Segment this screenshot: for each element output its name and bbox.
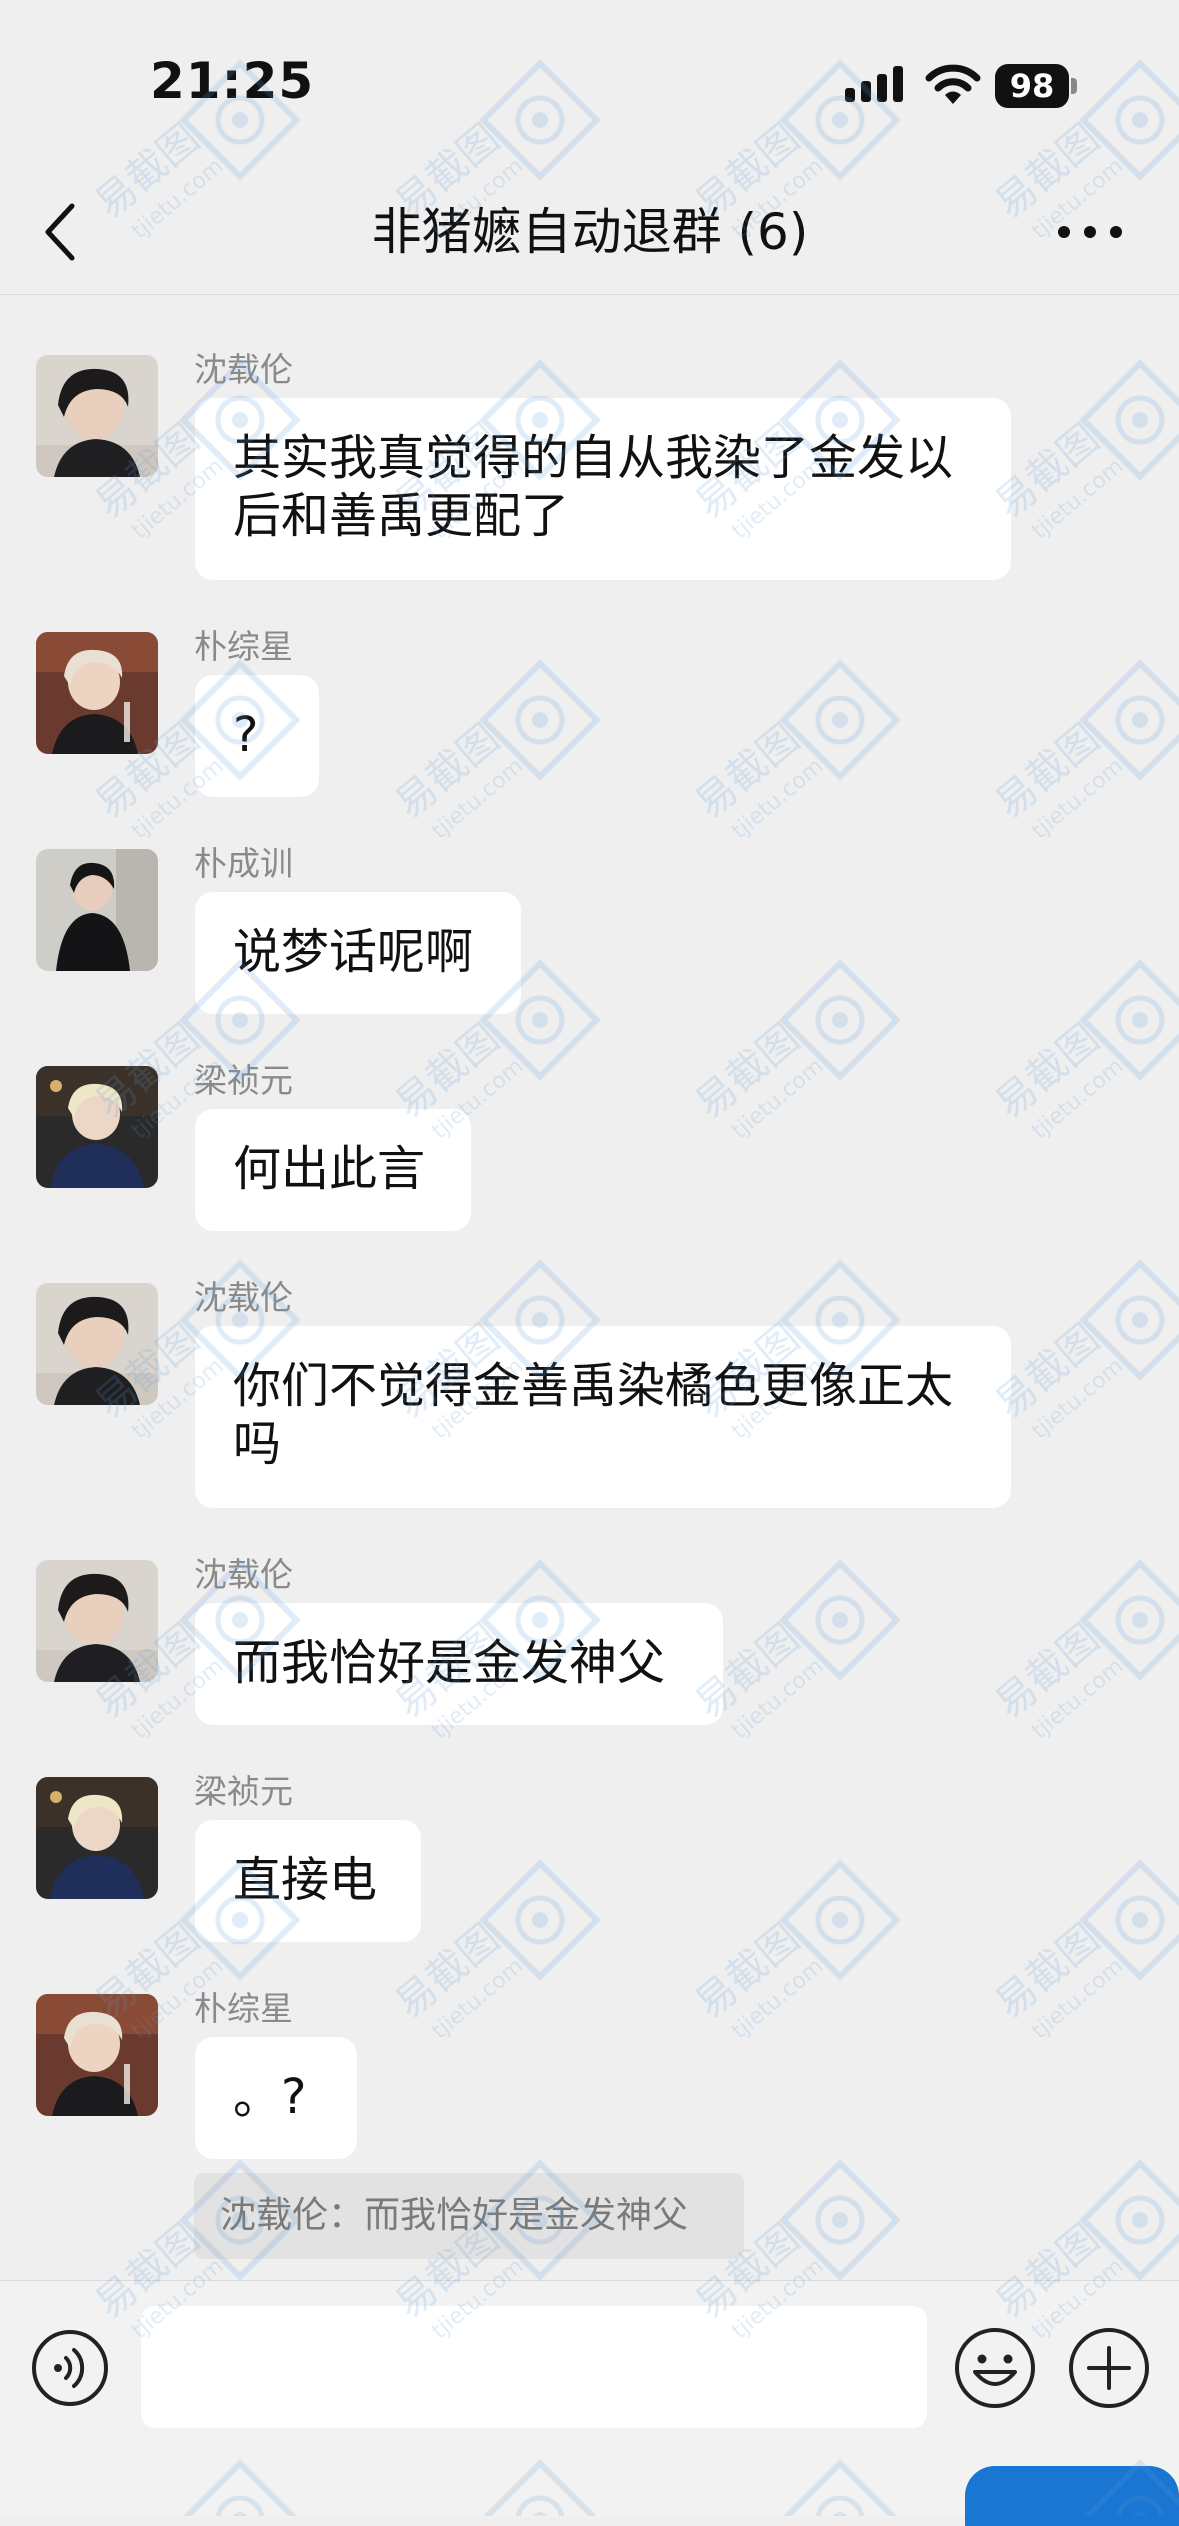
- message-bubble[interactable]: 何出此言: [195, 1109, 471, 1231]
- avatar-photo: [36, 1283, 158, 1405]
- message-bubble[interactable]: 说梦话呢啊: [195, 892, 521, 1014]
- avatar-photo: [36, 1066, 158, 1188]
- avatar-photo: [36, 1777, 158, 1899]
- avatar-photo: [36, 632, 158, 754]
- avatar-photo: [36, 355, 158, 477]
- battery-level: 98: [995, 64, 1069, 108]
- avatar-photo: [36, 1994, 158, 2116]
- plus-icon[interactable]: [1067, 2326, 1151, 2410]
- quote-text: 而我恰好是金发神父: [364, 2195, 689, 2236]
- message-input[interactable]: [141, 2306, 927, 2428]
- quote-sender: 沈载伦: [220, 2195, 329, 2236]
- message-bubble[interactable]: 直接电: [195, 1820, 421, 1942]
- avatar-shen[interactable]: [36, 355, 158, 477]
- sender-name: 梁祯元: [194, 1772, 293, 1811]
- quoted-message[interactable]: 沈载伦：而我恰好是金发神父: [194, 2173, 744, 2259]
- message-bubble[interactable]: ?: [195, 675, 319, 797]
- voice-icon[interactable]: [30, 2328, 110, 2408]
- message-bubble[interactable]: 而我恰好是金发神父: [195, 1603, 723, 1725]
- avatar-shen[interactable]: [36, 1560, 158, 1682]
- sender-name: 梁祯元: [194, 1061, 293, 1100]
- avatar-photo: [36, 1560, 158, 1682]
- message-bubble[interactable]: 。?: [195, 2037, 357, 2159]
- wifi-icon: [925, 64, 981, 104]
- sender-name: 朴综星: [194, 1989, 293, 2028]
- chevron-left-icon[interactable]: [38, 196, 98, 268]
- avatar-yang-jungwon[interactable]: [36, 1066, 158, 1188]
- avatar-park-sunghoon[interactable]: [36, 849, 158, 971]
- message-bubble[interactable]: 你们不觉得金善禹染橘色更像正太 吗: [195, 1326, 1011, 1508]
- status-time: 21:25: [150, 52, 315, 110]
- input-bar: [0, 2280, 1179, 2526]
- more-dots-icon[interactable]: [1050, 200, 1130, 264]
- signal-icon: [845, 66, 903, 102]
- avatar-photo: [36, 849, 158, 971]
- avatar-shen[interactable]: [36, 1283, 158, 1405]
- sender-name: 朴综星: [194, 627, 293, 666]
- send-button[interactable]: [965, 2466, 1179, 2526]
- sender-name: 沈载伦: [194, 1278, 293, 1317]
- chat-header: 非猪嬷自动退群 (6): [0, 170, 1179, 295]
- sender-name: 沈载伦: [194, 1555, 293, 1594]
- chat-title[interactable]: 非猪嬷自动退群 (6): [200, 196, 980, 268]
- emoji-icon[interactable]: [953, 2326, 1037, 2410]
- sender-name: 沈载伦: [194, 350, 293, 389]
- avatar-yang-jungwon[interactable]: [36, 1777, 158, 1899]
- status-bar: 21:25 98: [0, 0, 1179, 170]
- sender-name: 朴成训: [194, 844, 293, 883]
- avatar-park-jongseong[interactable]: [36, 632, 158, 754]
- quote-separator: ：: [328, 2195, 365, 2236]
- message-bubble[interactable]: 其实我真觉得的自从我染了金发以 后和善禹更配了: [195, 398, 1011, 580]
- battery-tip: [1071, 78, 1077, 94]
- battery-indicator: 98: [995, 64, 1077, 108]
- watermark-overlay: 易截图 tjietu.com: [0, 0, 1179, 2516]
- avatar-park-jongseong[interactable]: [36, 1994, 158, 2116]
